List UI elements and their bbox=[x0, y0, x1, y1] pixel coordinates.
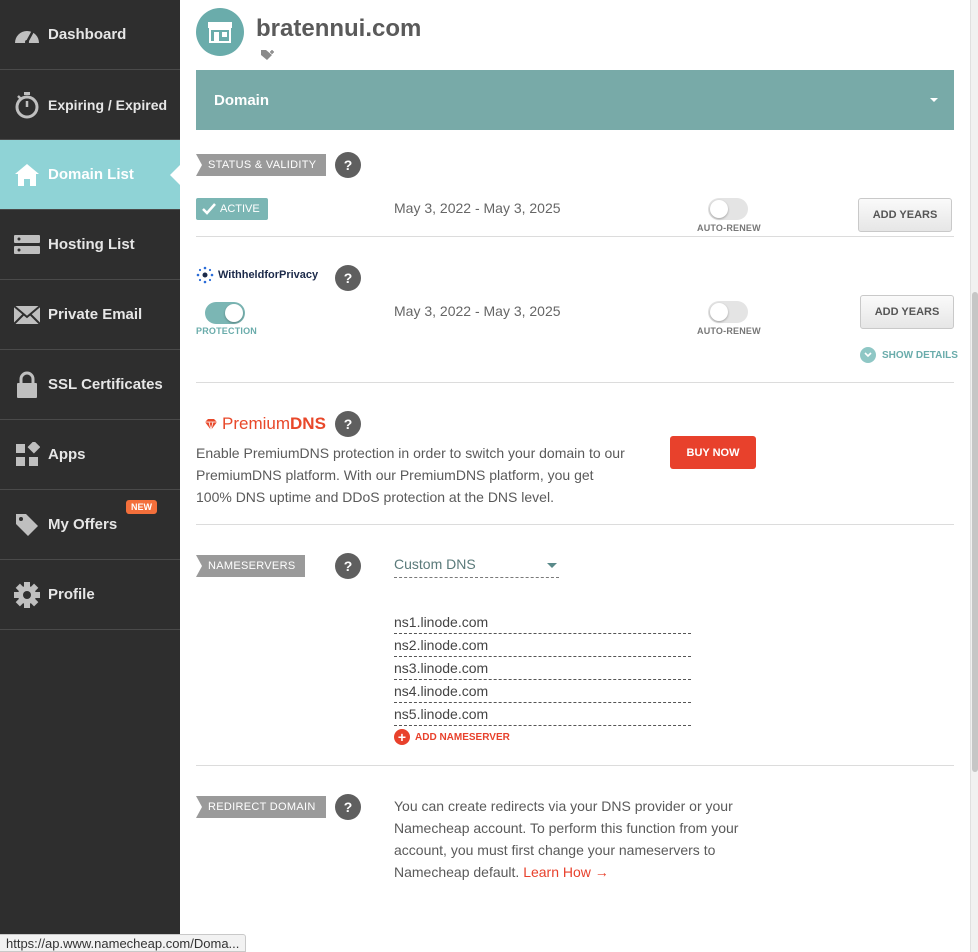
help-icon[interactable]: ? bbox=[335, 794, 361, 820]
store-icon bbox=[196, 8, 244, 56]
gear-icon bbox=[12, 580, 42, 610]
learn-how-link[interactable]: Learn How → bbox=[523, 864, 609, 880]
redirect-domain-label: REDIRECT DOMAIN bbox=[196, 796, 326, 818]
domain-bar-label: Domain bbox=[214, 91, 270, 109]
stopwatch-icon bbox=[12, 90, 42, 120]
privacy-auto-renew-toggle[interactable] bbox=[708, 301, 748, 323]
main-content: bratennui.com Domain STATUS & VALIDITY ?… bbox=[180, 0, 970, 952]
privacy-auto-renew-label: AUTO-RENEW bbox=[697, 326, 761, 336]
apps-icon bbox=[12, 440, 42, 470]
chevron-down-icon bbox=[547, 563, 557, 568]
buy-now-button[interactable]: BUY NOW bbox=[670, 436, 756, 469]
show-details-link[interactable]: SHOW DETAILS bbox=[860, 347, 958, 363]
premium-dns-description: Enable PremiumDNS protection in order to… bbox=[196, 445, 625, 505]
domain-title: bratennui.com bbox=[256, 15, 422, 42]
status-bar-url: https://ap.www.namecheap.com/Doma... bbox=[0, 934, 247, 952]
status-dates: May 3, 2022 - May 3, 2025 bbox=[394, 200, 561, 216]
auto-renew-toggle[interactable] bbox=[708, 198, 748, 220]
sidebar-item-my-offers[interactable]: My Offers NEW bbox=[0, 490, 180, 560]
speedometer-icon bbox=[12, 20, 42, 50]
server-icon bbox=[12, 230, 42, 260]
sidebar-item-label: Expiring / Expired bbox=[48, 96, 168, 113]
sidebar-item-profile[interactable]: Profile bbox=[0, 560, 180, 630]
divider bbox=[196, 382, 954, 383]
sidebar-item-label: Dashboard bbox=[48, 26, 127, 43]
nameserver-field[interactable]: ns1.linode.com bbox=[394, 611, 691, 634]
sidebar-item-domain-list[interactable]: Domain List bbox=[0, 140, 180, 210]
sidebar-item-hosting-list[interactable]: Hosting List bbox=[0, 210, 180, 280]
sidebar-item-label: Hosting List bbox=[48, 236, 135, 253]
redirect-description: You can create redirects via your DNS pr… bbox=[394, 795, 774, 883]
premium-dns-logo-dns: DNS bbox=[290, 414, 326, 433]
divider bbox=[196, 236, 954, 237]
sidebar-item-label: Domain List bbox=[48, 166, 134, 183]
status-badge: ACTIVE bbox=[196, 198, 268, 220]
scrollbar[interactable] bbox=[970, 0, 978, 952]
sidebar-item-label: My Offers bbox=[48, 516, 118, 533]
privacy-logo-icon bbox=[196, 266, 214, 284]
sidebar-item-dashboard[interactable]: Dashboard bbox=[0, 0, 180, 70]
domain-section-bar[interactable]: Domain bbox=[196, 70, 954, 130]
sidebar-item-expiring[interactable]: Expiring / Expired bbox=[0, 70, 180, 140]
help-icon[interactable]: ? bbox=[335, 553, 361, 579]
help-icon[interactable]: ? bbox=[335, 265, 361, 291]
nameserver-field[interactable]: ns4.linode.com bbox=[394, 680, 691, 703]
divider bbox=[196, 524, 954, 525]
add-nameserver-label: ADD NAMESERVER bbox=[415, 731, 510, 743]
withheld-for-privacy-logo: WithheldforPrivacy bbox=[196, 266, 318, 284]
protection-toggle[interactable] bbox=[205, 302, 245, 324]
sidebar-item-private-email[interactable]: Private Email bbox=[0, 280, 180, 350]
privacy-dates: May 3, 2022 - May 3, 2025 bbox=[394, 303, 561, 319]
help-icon[interactable]: ? bbox=[335, 411, 361, 437]
check-icon bbox=[202, 203, 216, 215]
nameserver-field[interactable]: ns2.linode.com bbox=[394, 634, 691, 657]
diamond-icon bbox=[205, 418, 217, 430]
show-details-label: SHOW DETAILS bbox=[882, 349, 958, 361]
domain-header: bratennui.com bbox=[196, 8, 421, 56]
envelope-icon bbox=[12, 300, 42, 330]
sidebar-item-apps[interactable]: Apps bbox=[0, 420, 180, 490]
protection-label: PROTECTION bbox=[196, 326, 258, 336]
add-nameserver-button[interactable]: + ADD NAMESERVER bbox=[394, 729, 510, 745]
scrollbar-thumb[interactable] bbox=[972, 292, 978, 772]
tag-icon bbox=[12, 510, 42, 540]
divider bbox=[196, 765, 954, 766]
lock-icon bbox=[12, 370, 42, 400]
dns-type-select[interactable]: Custom DNS bbox=[394, 556, 559, 578]
nameserver-field[interactable]: ns5.linode.com bbox=[394, 703, 691, 726]
chevron-down-icon bbox=[860, 347, 876, 363]
status-validity-label: STATUS & VALIDITY bbox=[196, 154, 327, 176]
sidebar-item-label: SSL Certificates bbox=[48, 376, 163, 393]
sidebar: Dashboard Expiring / Expired Domain List… bbox=[0, 0, 180, 952]
privacy-add-years-button[interactable]: ADD YEARS bbox=[860, 295, 954, 329]
sidebar-item-label: Private Email bbox=[48, 306, 143, 323]
nameservers-label: NAMESERVERS bbox=[196, 555, 306, 577]
nameserver-field[interactable]: ns3.linode.com bbox=[394, 657, 691, 680]
add-years-button[interactable]: ADD YEARS bbox=[858, 198, 952, 232]
status-badge-label: ACTIVE bbox=[220, 203, 260, 215]
chevron-down-icon bbox=[930, 98, 938, 102]
sidebar-item-ssl[interactable]: SSL Certificates bbox=[0, 350, 180, 420]
premium-dns-logo-premium: Premium bbox=[222, 414, 291, 433]
premium-dns-logo: Premium DNS bbox=[204, 414, 326, 434]
sidebar-item-label: Apps bbox=[48, 446, 86, 463]
sidebar-item-label: Profile bbox=[48, 586, 95, 603]
auto-renew-label: AUTO-RENEW bbox=[697, 223, 761, 233]
help-icon[interactable]: ? bbox=[335, 152, 361, 178]
dns-type-value: Custom DNS bbox=[394, 556, 476, 572]
plus-icon: + bbox=[394, 729, 410, 745]
add-tag-icon[interactable] bbox=[260, 48, 276, 66]
home-icon bbox=[12, 160, 42, 190]
new-badge: NEW bbox=[126, 500, 157, 514]
privacy-logo-text: WithheldforPrivacy bbox=[218, 269, 319, 281]
